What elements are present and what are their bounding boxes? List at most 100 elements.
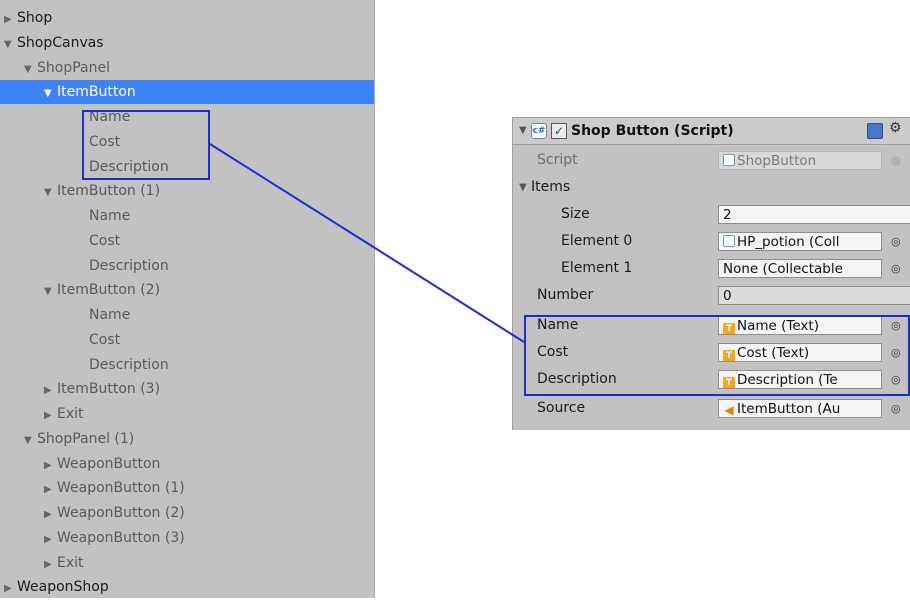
number-input[interactable]: 0	[718, 286, 910, 305]
inspector-highlight-box	[524, 315, 910, 396]
hierarchy-item[interactable]: ▶ ItemButton (3)	[0, 377, 374, 401]
expand-triangle-right-icon[interactable]: ▶	[44, 404, 57, 428]
element1-label: Element 1	[561, 260, 633, 276]
hierarchy-item[interactable]: ▼ ItemButton (1)	[0, 179, 374, 203]
hierarchy-item-label: ItemButton	[57, 84, 136, 101]
expand-triangle-down-icon[interactable]: ▼	[24, 429, 37, 453]
element0-field[interactable]: HP_potion (Coll	[718, 232, 882, 251]
expand-triangle-right-icon[interactable]: ▶	[4, 8, 17, 32]
hierarchy-item[interactable]: ▶ WeaponButton (1)	[0, 476, 374, 500]
hierarchy-item-label: WeaponButton (1)	[57, 480, 185, 497]
expand-triangle-down-icon[interactable]: ▼	[44, 82, 57, 106]
hierarchy-item-label: Exit	[57, 554, 84, 571]
csharp-script-icon: c#	[531, 123, 547, 139]
hierarchy-item[interactable]: Name	[0, 303, 374, 327]
source-row: Source ◀ ItemButton (Au ◎	[512, 395, 910, 422]
script-label: Script	[537, 152, 578, 168]
hierarchy-item[interactable]: ▶ Exit	[0, 551, 374, 575]
source-field[interactable]: ◀ ItemButton (Au	[718, 399, 882, 418]
hierarchy-item-label: ShopPanel	[37, 59, 110, 76]
element1-field[interactable]: None (Collectable	[718, 259, 882, 278]
csharp-script-icon	[723, 235, 735, 247]
hierarchy-item[interactable]: ▶ Shop	[0, 6, 374, 30]
hierarchy-item-label: ItemButton (1)	[57, 183, 161, 200]
script-field[interactable]: ShopButton	[718, 151, 882, 170]
expand-triangle-right-icon[interactable]: ▶	[44, 478, 57, 502]
element1-row: Element 1 None (Collectable ◎	[513, 255, 910, 282]
number-label: Number	[537, 287, 594, 303]
script-value: ShopButton	[737, 153, 817, 169]
expand-triangle-right-icon[interactable]: ▶	[4, 577, 17, 601]
hierarchy-item[interactable]: Cost	[0, 229, 374, 253]
hierarchy-item[interactable]: ▼ ShopCanvas	[0, 31, 374, 55]
hierarchy-item-label: Description	[89, 356, 169, 373]
number-value: 0	[723, 288, 732, 304]
hierarchy-item[interactable]: Description	[0, 353, 374, 377]
hierarchy-item-label: Cost	[89, 232, 121, 249]
number-row: Number 0	[513, 282, 910, 309]
hierarchy-item-label: Name	[89, 307, 131, 323]
items-foldout-icon[interactable]: ▼	[519, 174, 527, 201]
hierarchy-item-label: ItemButton (2)	[57, 282, 161, 299]
component-header: ▼ c# ✓ Shop Button (Script) ⚙	[513, 118, 910, 145]
hierarchy-item[interactable]: Name	[0, 204, 374, 228]
hierarchy-item-label: Exit	[57, 406, 84, 422]
expand-triangle-down-icon[interactable]: ▼	[44, 280, 57, 304]
hierarchy-item[interactable]: ▶ WeaponButton	[0, 452, 374, 476]
expand-triangle-right-icon[interactable]: ▶	[44, 379, 57, 403]
items-row[interactable]: ▼ Items	[513, 174, 910, 201]
source-value: ItemButton (Au	[737, 401, 841, 417]
hierarchy-item[interactable]: ▼ ItemButton	[0, 80, 374, 106]
hierarchy-item-label: Name	[89, 208, 131, 224]
hierarchy-item-label: WeaponShop	[17, 579, 109, 596]
expand-triangle-right-icon[interactable]: ▶	[44, 454, 57, 478]
hierarchy-item-label: ShopPanel (1)	[37, 430, 135, 447]
object-picker-icon[interactable]: ◎	[891, 147, 901, 174]
hierarchy-item-label: ItemButton (3)	[57, 381, 161, 398]
hierarchy-item-label: Shop	[17, 10, 53, 26]
source-label: Source	[537, 400, 586, 416]
items-label: Items	[531, 179, 571, 195]
object-picker-icon[interactable]: ◎	[891, 228, 901, 255]
element1-value: None (Collectable	[723, 261, 843, 277]
element0-label: Element 0	[561, 233, 633, 249]
object-picker-icon[interactable]: ◎	[891, 255, 901, 282]
inspector-bottom-padding	[512, 422, 910, 430]
hierarchy-item-label: WeaponButton	[57, 455, 161, 472]
size-row: Size 2	[513, 201, 910, 228]
hierarchy-item[interactable]: Cost	[0, 328, 374, 352]
gear-icon[interactable]: ⚙	[889, 120, 902, 136]
hierarchy-item-label: Description	[89, 257, 169, 274]
hierarchy-item-label: WeaponButton (2)	[57, 505, 185, 521]
expand-triangle-right-icon[interactable]: ▶	[44, 553, 57, 577]
expand-triangle-right-icon[interactable]: ▶	[44, 503, 57, 527]
size-input[interactable]: 2	[718, 205, 910, 224]
hierarchy-item[interactable]: ▼ ShopPanel (1)	[0, 427, 374, 451]
hierarchy-highlight-box	[82, 110, 210, 180]
expand-triangle-right-icon[interactable]: ▶	[44, 528, 57, 552]
expand-triangle-down-icon[interactable]: ▼	[24, 58, 37, 82]
script-row: Script ShopButton ◎	[513, 147, 910, 174]
audio-source-icon: ◀	[724, 403, 734, 417]
hierarchy-item[interactable]: ▶ WeaponShop	[0, 575, 374, 599]
element0-row: Element 0 HP_potion (Coll ◎	[513, 228, 910, 255]
hierarchy-item[interactable]: ▶ WeaponButton (3)	[0, 526, 374, 550]
hierarchy-item[interactable]: ▼ ShopPanel	[0, 56, 374, 80]
hierarchy-item[interactable]: Description	[0, 254, 374, 278]
hierarchy-item-label: Cost	[89, 331, 121, 348]
size-label: Size	[561, 206, 590, 222]
object-picker-icon[interactable]: ◎	[891, 395, 901, 422]
element0-value: HP_potion (Coll	[737, 234, 840, 250]
foldout-triangle-icon[interactable]: ▼	[519, 125, 527, 136]
hierarchy-item[interactable]: ▶ WeaponButton (2)	[0, 501, 374, 525]
component-enabled-checkbox[interactable]: ✓	[551, 123, 567, 139]
hierarchy-panel: ▶ Shop ▼ ShopCanvas ▼ ShopPanel ▼ ItemButton Nam…	[0, 0, 375, 598]
expand-triangle-down-icon[interactable]: ▼	[4, 33, 17, 57]
expand-triangle-down-icon[interactable]: ▼	[44, 181, 57, 205]
hierarchy-item[interactable]: ▼ ItemButton (2)	[0, 278, 374, 302]
hierarchy-item[interactable]: ▶ Exit	[0, 402, 374, 426]
book-help-icon[interactable]	[867, 123, 883, 139]
component-title: Shop Button (Script)	[571, 123, 734, 139]
csharp-script-icon	[723, 154, 735, 166]
hierarchy-item-label: WeaponButton (3)	[57, 529, 185, 546]
